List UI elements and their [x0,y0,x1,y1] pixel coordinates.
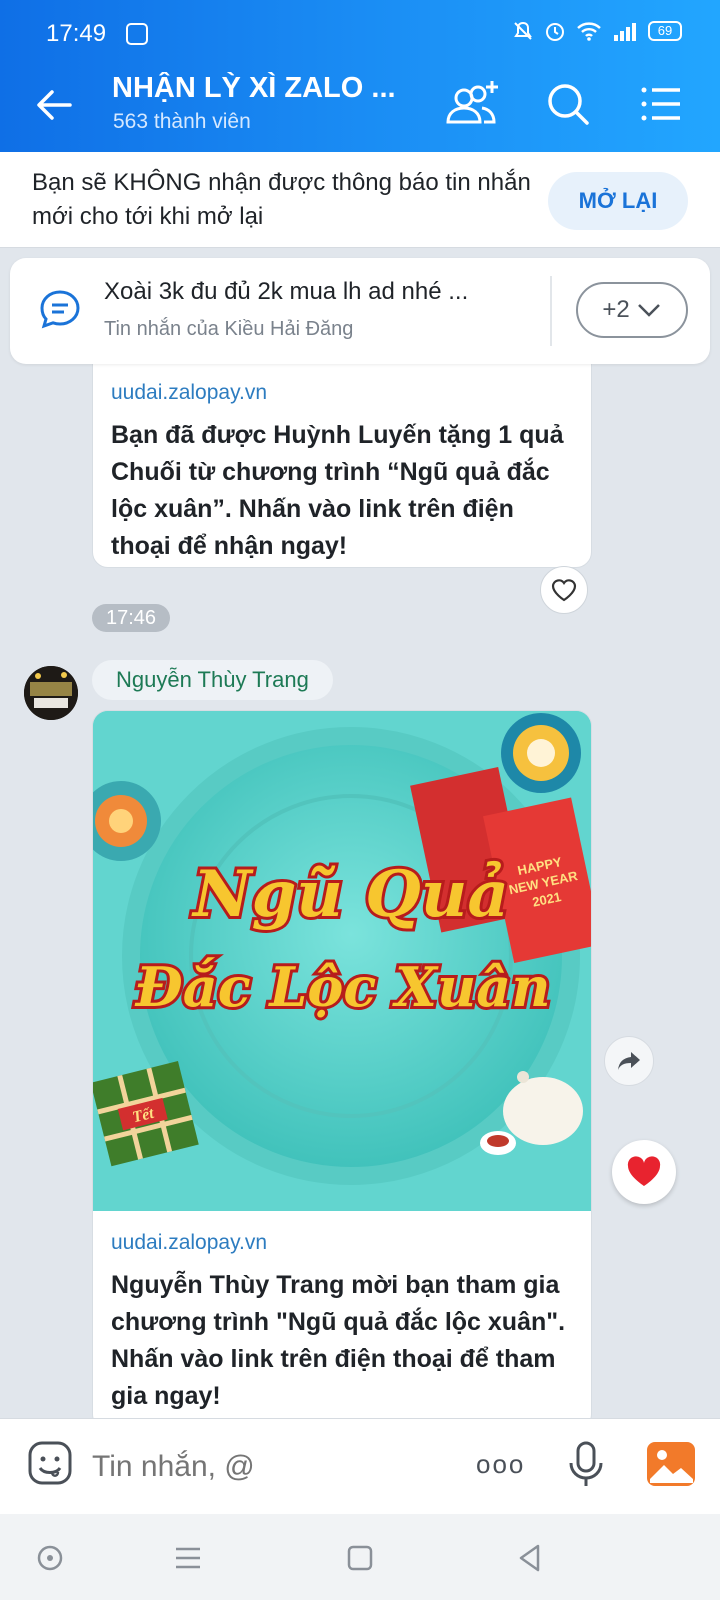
react-heart-button[interactable] [540,566,588,614]
sticker-icon[interactable] [26,1439,74,1487]
link-description: Nguyễn Thùy Trang mời bạn tham gia chươn… [111,1271,566,1410]
menu-list-icon[interactable] [634,78,690,130]
pinned-message-text: Xoài 3k đu đủ 2k mua lh ad nhé ... [104,278,469,305]
top-bar: 17:49 69 NHẬN LỲ XÌ ZALO ... 563 thành v… [0,0,720,152]
forward-button[interactable] [604,1036,654,1086]
mute-notice-banner: Bạn sẽ KHÔNG nhận được thông báo tin nhắ… [0,152,720,248]
microphone-icon[interactable] [566,1439,606,1489]
member-count: 563 thành viên [113,110,251,133]
heart-filled-icon [627,1156,661,1186]
home-button-icon[interactable] [342,1540,378,1576]
pinned-more-button[interactable]: +2 [576,282,688,338]
more-options-icon[interactable]: ooo [476,1449,525,1480]
avatar[interactable] [24,666,78,720]
chat-header: NHẬN LỲ XÌ ZALO ... 563 thành viên [0,56,720,152]
link-description: Bạn đã được Huỳnh Luyến tặng 1 quả Chuối… [111,421,564,560]
status-icons: 69 [512,20,682,42]
divider [550,276,552,346]
battery-indicator: 69 [648,21,682,41]
search-icon[interactable] [540,78,596,130]
add-member-icon[interactable] [444,78,500,130]
group-title[interactable]: NHẬN LỲ XÌ ZALO ... [112,72,412,105]
link-domain[interactable]: uudai.zalopay.vn [111,1231,591,1255]
heart-outline-icon [551,579,577,602]
link-domain[interactable]: uudai.zalopay.vn [111,381,591,405]
assistant-button-icon[interactable] [32,1540,68,1576]
status-time: 17:49 [46,20,107,47]
message-list[interactable]: uudai.zalopay.vn Bạn đã được Huỳnh Luyến… [0,248,720,1418]
promo-image[interactable]: HAPPY NEW YEAR 2021 Tết Ngũ Quả Đắc Lộc … [93,711,591,1211]
promo-title-line2: Đắc Lộc Xuân [135,955,551,1019]
system-nav-bar [0,1514,720,1600]
pinned-message-author: Tin nhắn của Kiều Hải Đăng [104,318,354,340]
recent-apps-icon[interactable] [170,1540,206,1576]
status-bar: 17:49 69 [0,0,720,56]
reopen-notifications-button[interactable]: MỞ LẠI [548,172,688,230]
message-input-bar: ooo [0,1418,720,1514]
app-notification-icon [126,23,148,45]
image-gallery-icon[interactable] [646,1441,696,1487]
promo-artwork: HAPPY NEW YEAR 2021 Tết Ngũ Quả Đắc Lộc … [93,711,591,1211]
pinned-more-count: +2 [602,296,630,323]
react-heart-button[interactable] [612,1140,676,1204]
message-input[interactable] [92,1443,432,1491]
alarm-icon [546,23,564,41]
pinned-message[interactable]: Xoài 3k đu đủ 2k mua lh ad nhé ... Tin n… [10,258,710,364]
signal-icon [614,23,636,41]
wifi-icon [577,22,601,41]
back-arrow-icon[interactable] [30,80,80,130]
sender-name[interactable]: Nguyễn Thùy Trang [92,660,333,700]
promo-title-line1: Ngũ Quả [191,857,509,932]
share-arrow-icon [618,1052,640,1070]
chevron-down-icon [637,304,660,317]
chat-bubble-icon [40,290,80,329]
back-triangle-icon[interactable] [512,1540,548,1576]
link-message-card[interactable]: HAPPY NEW YEAR 2021 Tết Ngũ Quả Đắc Lộc … [92,710,592,1418]
mute-bell-icon [514,21,532,40]
message-timestamp: 17:46 [92,604,170,632]
avatar-image [24,666,78,720]
link-message-card[interactable]: uudai.zalopay.vn Bạn đã được Huỳnh Luyến… [92,338,592,568]
mute-notice-text: Bạn sẽ KHÔNG nhận được thông báo tin nhắ… [32,169,531,230]
